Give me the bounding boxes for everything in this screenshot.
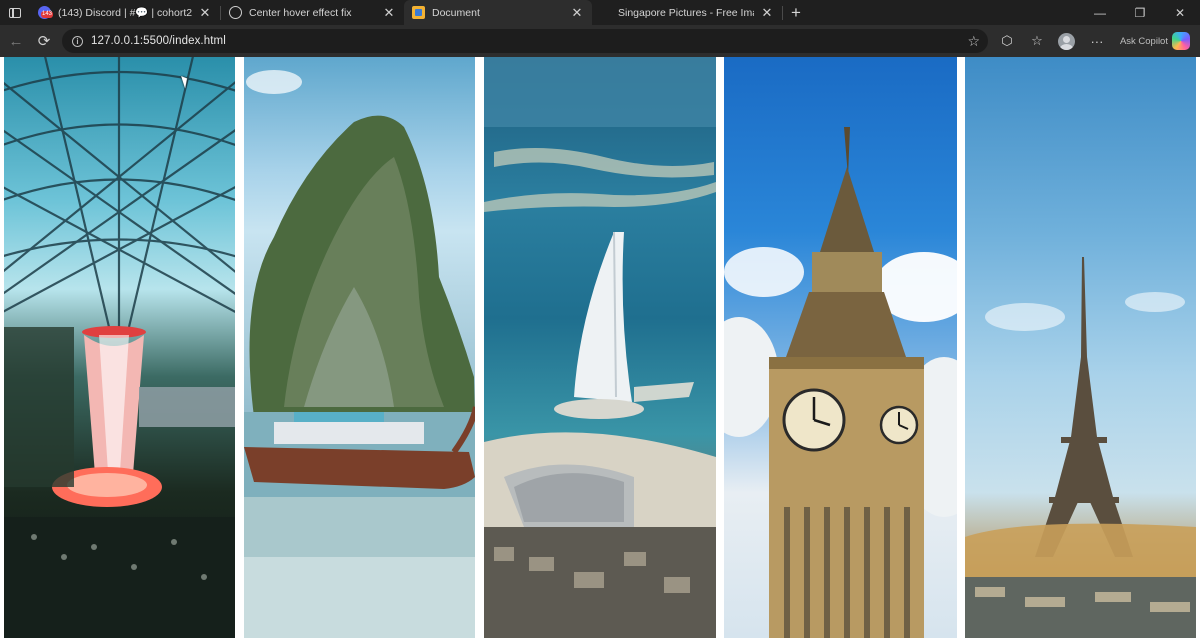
close-tab-icon[interactable]: ✕ xyxy=(760,5,774,21)
site-info-icon[interactable]: i xyxy=(72,35,83,47)
url-text[interactable]: 127.0.0.1:5500/index.html xyxy=(91,35,226,47)
new-tab-button[interactable]: + xyxy=(783,0,809,25)
image-panel-1[interactable] xyxy=(4,57,235,638)
image-panel-2[interactable] xyxy=(244,57,475,638)
tab-title: Singapore Pictures - Free Images xyxy=(618,6,754,19)
image-panel-3[interactable] xyxy=(484,57,716,638)
tab-title: Center hover effect fix xyxy=(249,6,352,19)
tab-discord[interactable]: 143 (143) Discord | #💬 | cohort2•0 · ✕ xyxy=(30,0,220,25)
reload-icon[interactable]: ⟳ xyxy=(30,27,58,55)
tab-actions-button[interactable] xyxy=(0,0,30,25)
eiffel-tower-image xyxy=(965,257,1196,638)
copilot-label[interactable]: Ask Copilot xyxy=(1120,36,1168,47)
tab-actions-icon xyxy=(9,7,21,18)
dubai-image xyxy=(484,57,716,638)
window-controls: — ❐ ✕ xyxy=(1080,0,1200,25)
close-window-icon[interactable]: ✕ xyxy=(1160,0,1200,25)
browser-toolbar: ← ⟳ i 127.0.0.1:5500/index.html ☆ ⬡ ☆ ··… xyxy=(0,25,1200,57)
image-panel-4[interactable] xyxy=(724,57,957,638)
tab-center-hover-effect-fix[interactable]: Center hover effect fix ✕ xyxy=(221,0,404,25)
more-menu-icon[interactable]: ··· xyxy=(1082,26,1112,56)
back-icon[interactable]: ← xyxy=(2,27,30,55)
toolbar-right: ⬡ ☆ ··· Ask Copilot xyxy=(992,25,1200,57)
close-tab-icon[interactable]: ✕ xyxy=(570,5,584,21)
favorite-star-icon[interactable]: ☆ xyxy=(967,33,980,50)
favorites-icon[interactable]: ☆ xyxy=(1022,26,1052,56)
tab-strip: 143 (143) Discord | #💬 | cohort2•0 · ✕ C… xyxy=(0,0,1200,25)
tab-title: Document xyxy=(432,6,480,19)
close-tab-icon[interactable]: ✕ xyxy=(382,5,396,21)
jewel-changi-image xyxy=(4,57,235,638)
extensions-icon[interactable]: ⬡ xyxy=(992,26,1022,56)
address-bar[interactable]: i 127.0.0.1:5500/index.html ☆ xyxy=(62,29,988,53)
close-tab-icon[interactable]: ✕ xyxy=(198,5,212,21)
chatgpt-icon xyxy=(229,6,242,19)
tab-title: (143) Discord | #💬 | cohort2•0 · xyxy=(58,7,192,19)
thailand-rock-image xyxy=(244,70,475,638)
image-panel-5[interactable] xyxy=(965,57,1196,638)
profile-button[interactable] xyxy=(1052,26,1082,56)
tab-singapore-pictures[interactable]: Singapore Pictures - Free Images ✕ xyxy=(592,0,782,25)
document-icon xyxy=(412,6,425,19)
tab-document[interactable]: Document ✕ xyxy=(404,0,592,25)
maximize-icon[interactable]: ❐ xyxy=(1120,0,1160,25)
discord-icon: 143 xyxy=(38,6,54,19)
copilot-icon[interactable] xyxy=(1172,32,1190,50)
page-viewport xyxy=(0,57,1200,638)
big-ben-image xyxy=(724,127,957,638)
minimize-icon[interactable]: — xyxy=(1080,0,1120,25)
avatar xyxy=(1058,32,1076,50)
